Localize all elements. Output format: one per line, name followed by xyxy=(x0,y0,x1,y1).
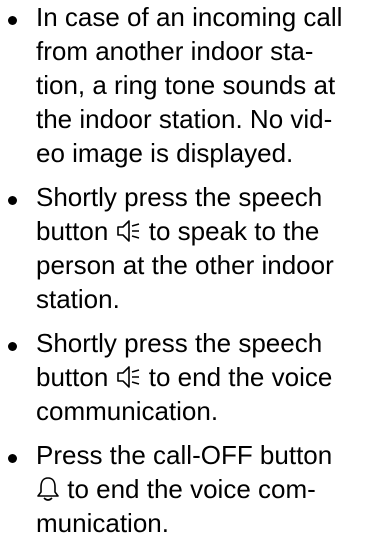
item3-line2-before: button xyxy=(36,362,116,392)
document-page: In case of an incoming call from another… xyxy=(0,0,382,538)
item1-line3: tion, a ring tone sounds at xyxy=(36,70,336,100)
bell-icon xyxy=(36,476,60,502)
bullet-dot xyxy=(8,454,17,463)
item2-line2-after: to speak to the xyxy=(141,216,320,246)
item2-line2-before: button xyxy=(36,216,116,246)
item1-line5: eo image is displayed. xyxy=(36,138,294,168)
item2-line3: person at the other indoor xyxy=(36,250,334,280)
speaker-icon xyxy=(116,218,142,244)
item1-line4: the indoor station. No vid- xyxy=(36,104,333,134)
item3-line3: communication. xyxy=(36,396,219,426)
item3-line2: button to end the voice xyxy=(36,360,332,394)
speaker-icon xyxy=(116,364,142,390)
item2-line2: button to speak to the xyxy=(36,214,319,248)
item1-line1: In case of an incoming call xyxy=(36,2,343,32)
item4-line2-after: to end the voice com- xyxy=(60,474,316,504)
item2-line1: Shortly press the speech xyxy=(36,182,323,212)
bullet-dot xyxy=(8,342,17,351)
item4-line2: to end the voice com- xyxy=(36,472,316,506)
item4-line1: Press the call-OFF button xyxy=(36,440,333,470)
bullet-dot xyxy=(8,196,17,205)
bullet-dot xyxy=(8,16,17,25)
item3-line2-after: to end the voice xyxy=(141,362,333,392)
item4-line3: munication. xyxy=(36,508,169,538)
item1-line2: from another indoor sta- xyxy=(36,36,314,66)
item3-line1: Shortly press the speech xyxy=(36,328,323,358)
item2-line4: station. xyxy=(36,284,120,314)
